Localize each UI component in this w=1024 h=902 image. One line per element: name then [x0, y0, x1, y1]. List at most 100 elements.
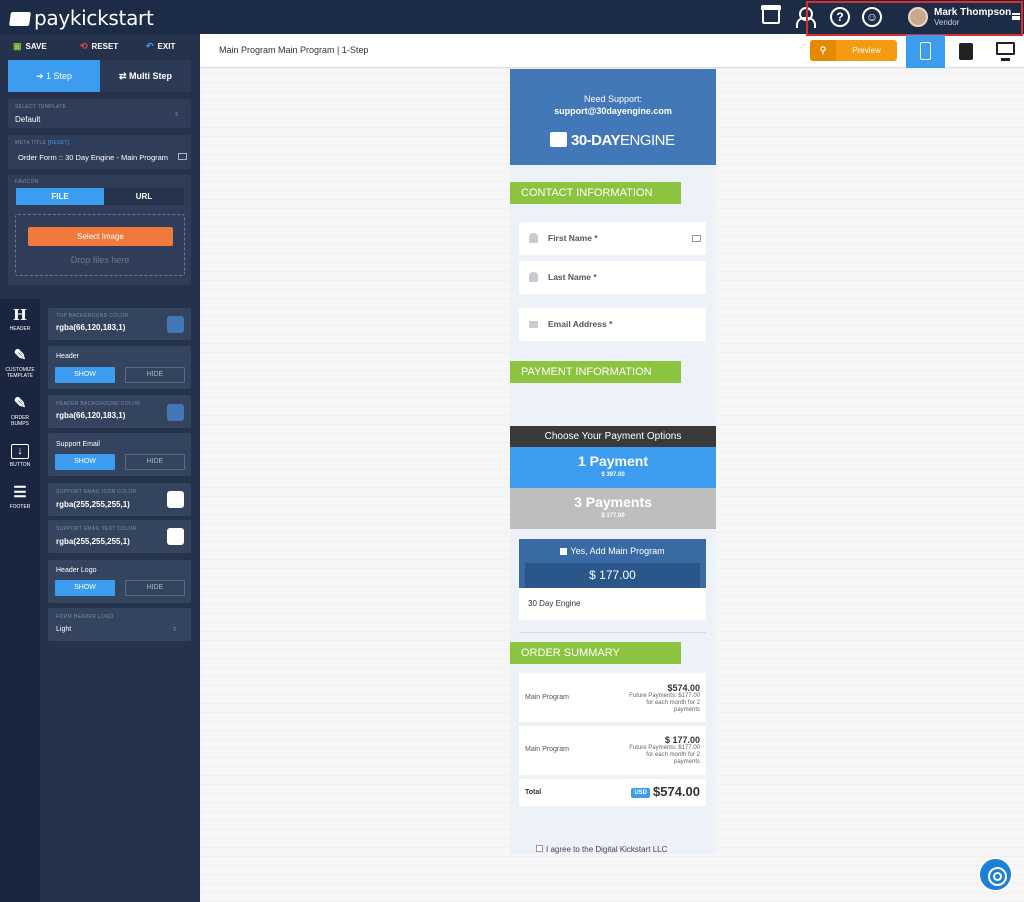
order-bump-checkbox[interactable]: Yes, Add Main Program — [519, 546, 706, 556]
reset-button[interactable]: ⟲ RESET — [80, 41, 118, 52]
first-name-placeholder: First Name * — [548, 233, 598, 243]
multi-step-button[interactable]: ⇄ Multi Step — [100, 60, 191, 92]
email-text-swatch[interactable] — [167, 528, 184, 545]
iconbar-customize-label-2: TEMPLATE — [6, 373, 34, 379]
header-hide-button[interactable]: HIDE — [125, 367, 185, 383]
first-name-field[interactable]: First Name * — [519, 222, 706, 255]
search-icon: ⚲ — [810, 40, 836, 61]
one-payment-option[interactable]: 1 Payment $ 397.00 — [510, 447, 716, 488]
template-select[interactable]: SELECT TEMPLATE Default ⇕ — [8, 99, 191, 128]
save-label: SAVE — [25, 42, 47, 51]
header-bg-swatch[interactable] — [167, 404, 184, 421]
iconbar-order-bumps[interactable]: ✎ ORDER BUMPS — [0, 395, 40, 428]
summary-item-price-block: $ 177.00 Future Payments: $177.00 for ea… — [629, 735, 700, 766]
total-value: $574.00 — [653, 784, 700, 799]
meta-title-field[interactable]: META TITLE [RESET] Order Form :: 30 Day … — [8, 135, 191, 169]
header-toggle-label: Header — [56, 353, 79, 360]
summary-row: Main Program $574.00 Future Payments: $1… — [519, 673, 706, 722]
order-bump: Yes, Add Main Program $ 177.00 30 Day En… — [519, 539, 706, 620]
brand-bold: 30-DAY — [571, 132, 620, 149]
summary-item-name: Main Program — [525, 694, 569, 701]
editor-subheader: Main Program Main Program | 1-Step — [200, 34, 1024, 68]
favicon-file-tab[interactable]: FILE — [16, 188, 104, 205]
support-email-hide-button[interactable]: HIDE — [125, 454, 185, 470]
form-header-logo-select[interactable]: FORM HEADER LOGO Light ⇕ — [48, 608, 191, 641]
last-name-field[interactable]: Last Name * — [519, 261, 706, 294]
header-logo-hide-button[interactable]: HIDE — [125, 580, 185, 596]
iconbar-button[interactable]: ↓ BUTTON — [0, 444, 40, 468]
three-payments-option[interactable]: 3 Payments $ 177.00 — [510, 488, 716, 529]
tablet-view-button[interactable] — [946, 35, 985, 68]
drop-files-text: Drop files here — [70, 255, 130, 265]
checkbox-icon[interactable] — [536, 845, 543, 852]
total-label: Total — [525, 789, 542, 796]
header-bg-value[interactable]: rgba(66,120,183,1) — [56, 411, 125, 420]
checkbox-icon[interactable] — [560, 548, 568, 555]
desktop-view-button[interactable] — [985, 35, 1024, 68]
tablet-icon — [959, 43, 973, 60]
card-icon — [178, 153, 187, 160]
support-email-show-button[interactable]: SHOW — [55, 454, 115, 470]
iconbar-footer-label: FOOTER — [9, 504, 31, 510]
meta-title-value[interactable]: Order Form :: 30 Day Engine - Main Progr… — [18, 153, 168, 162]
iconbar-header[interactable]: H HEADER — [0, 307, 40, 332]
future-payments-line-2: for each month for 2 — [646, 752, 700, 758]
mobile-view-button[interactable] — [906, 35, 945, 68]
future-payments-line-2: for each month for 2 — [646, 700, 700, 706]
help-lifebuoy-button[interactable] — [978, 857, 1013, 892]
order-bump-price: $ 177.00 — [525, 563, 700, 588]
step-toggle: ➔ 1 Step ⇄ Multi Step — [8, 60, 191, 92]
email-icon-color-value[interactable]: rgba(255,255,255,1) — [56, 500, 130, 509]
user-icon — [529, 233, 538, 243]
iconbar-button-label: BUTTON — [9, 462, 31, 468]
favicon-dropzone[interactable]: Select Image Drop files here — [15, 214, 185, 276]
summary-item-name: Main Program — [525, 746, 569, 753]
future-payments-line-3: payments — [673, 707, 700, 713]
preview-label: Preview — [852, 46, 881, 55]
favicon-url-tab[interactable]: URL — [104, 188, 184, 205]
logo-text-pay: pay — [34, 6, 70, 30]
order-bump-label: Yes, Add Main Program — [570, 546, 665, 556]
one-step-label: 1 Step — [46, 71, 73, 81]
summary-item-price: $574.00 — [667, 683, 700, 693]
header-logo-show-button[interactable]: SHOW — [55, 580, 115, 596]
order-summary-heading: ORDER SUMMARY — [510, 642, 681, 664]
support-email-text[interactable]: support@30dayengine.com — [510, 106, 716, 116]
reset-icon: ⟲ — [80, 41, 88, 51]
choose-payment-options-heading: Choose Your Payment Options — [510, 426, 716, 447]
store-icon[interactable] — [761, 5, 781, 24]
top-bg-value[interactable]: rgba(66,120,183,1) — [56, 323, 125, 332]
email-icon-swatch[interactable] — [167, 491, 184, 508]
exit-button[interactable]: ↶ EXIT — [146, 41, 175, 52]
preview-controls-highlight — [806, 1, 1023, 36]
payment-information-heading: PAYMENT INFORMATION — [510, 361, 681, 383]
exit-label: EXIT — [157, 42, 176, 51]
iconbar-footer[interactable]: ☰ FOOTER — [0, 484, 40, 511]
divider — [519, 632, 706, 633]
terms-agreement[interactable]: I agree to the Digital Kickstart LLC — [536, 845, 667, 854]
email-text-color-value[interactable]: rgba(255,255,255,1) — [56, 537, 130, 546]
future-payments-line-1: Future Payments: $177.00 — [629, 693, 700, 699]
paykickstart-logo[interactable]: paykickstart — [9, 6, 154, 30]
iconbar-customize-template[interactable]: ✎ CUSTOMIZE TEMPLATE — [0, 348, 40, 380]
header-show-button[interactable]: SHOW — [55, 367, 115, 383]
one-step-button[interactable]: ➔ 1 Step — [8, 60, 100, 92]
three-payments-price: $ 177.00 — [601, 513, 625, 519]
top-bg-label: TOP BACKGROUND COLOR — [56, 313, 129, 319]
reset-label: RESET — [91, 42, 119, 51]
list-icon: ☰ — [13, 484, 27, 501]
header-logo-toggle-panel: Header Logo SHOW HIDE — [48, 560, 191, 603]
card-icon — [692, 235, 701, 242]
header-background-color-panel: HEADER BACKGROUND COLOR rgba(66,120,183,… — [48, 395, 191, 428]
meta-reset-link[interactable]: [RESET] — [48, 140, 70, 146]
top-bg-swatch[interactable] — [167, 316, 184, 333]
select-image-button[interactable]: Select Image — [28, 227, 173, 246]
form-header-logo-value: Light — [56, 626, 72, 633]
preview-button[interactable]: ⚲ Preview — [810, 40, 897, 61]
edit-icon: ✎ — [13, 395, 27, 412]
one-payment-title: 1 Payment — [577, 453, 649, 469]
template-label: SELECT TEMPLATE — [15, 104, 67, 110]
save-button[interactable]: ▣ SAVE — [13, 41, 47, 52]
email-field[interactable]: Email Address * — [519, 308, 706, 341]
email-icon-color-panel: SUPPORT EMAIL ICON COLOR rgba(255,255,25… — [48, 483, 191, 516]
